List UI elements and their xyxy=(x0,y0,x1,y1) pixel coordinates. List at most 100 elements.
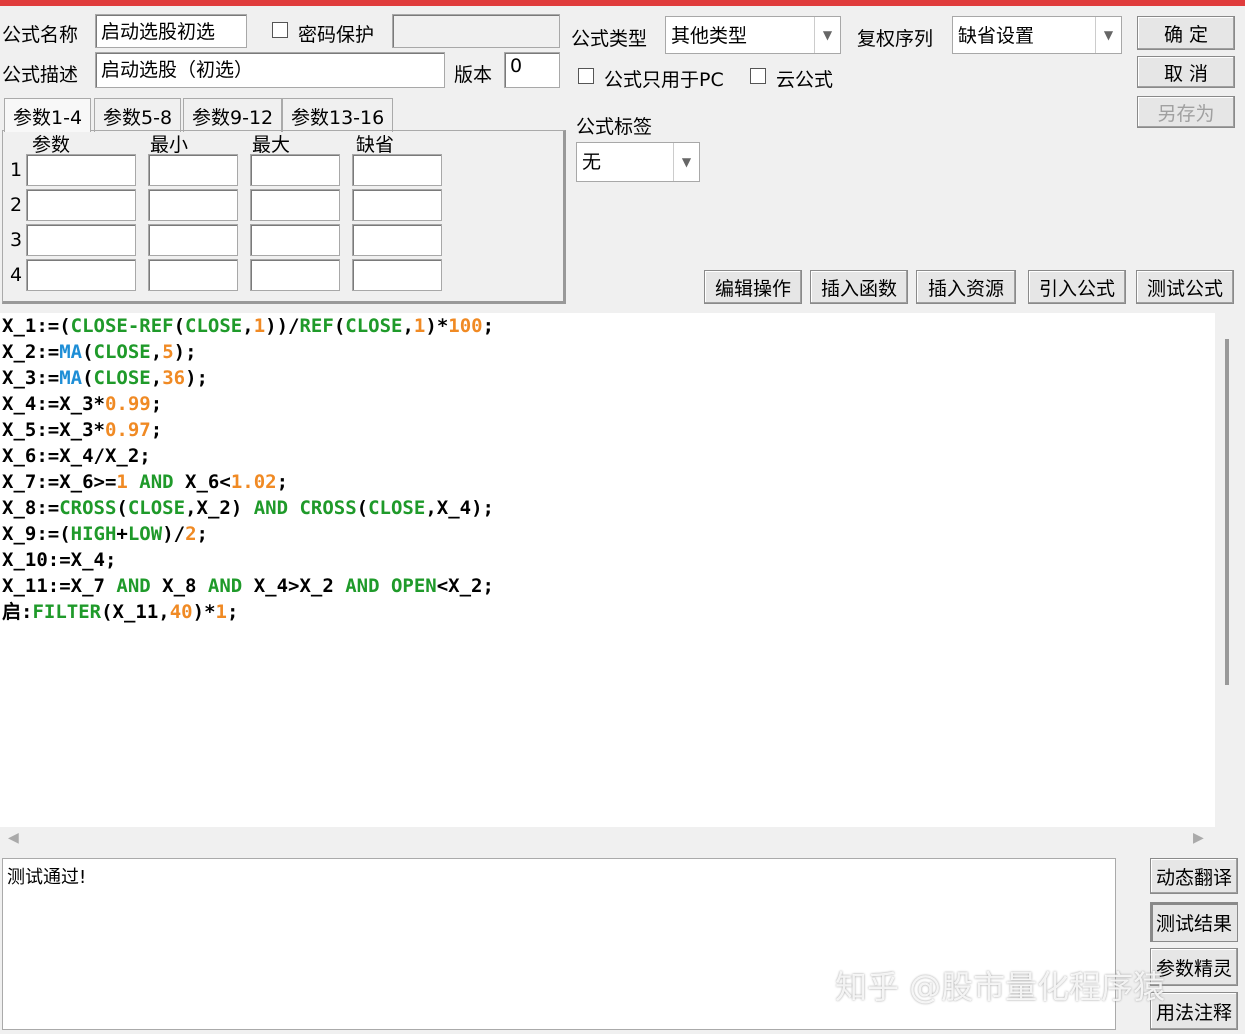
code-token: 0.97 xyxy=(104,419,151,441)
code-token: ); xyxy=(185,367,208,389)
code-token: X_6< xyxy=(173,471,231,493)
param-cell[interactable] xyxy=(148,189,238,221)
ok-button[interactable]: 确 定 xyxy=(1137,16,1235,50)
version-input[interactable]: 0 xyxy=(504,52,560,88)
adjust-select[interactable]: 缺省设置 ▼ xyxy=(952,16,1122,54)
tab-params-13-16[interactable]: 参数13-16 xyxy=(282,98,394,132)
code-token: 36 xyxy=(162,367,186,389)
formula-type-label: 公式类型 xyxy=(571,28,648,50)
code-token: FILTER xyxy=(32,601,102,623)
cloud-checkbox[interactable] xyxy=(750,68,766,84)
horizontal-scrollbar[interactable]: ◀ ▶ xyxy=(0,827,1215,853)
param-cell[interactable] xyxy=(148,224,238,256)
code-editor[interactable]: X_1:=(CLOSE-REF(CLOSE,1))/REF(CLOSE,1)*1… xyxy=(0,313,1215,827)
code-token: ; xyxy=(226,601,239,623)
vertical-scrollbar[interactable] xyxy=(1215,313,1243,827)
tab-params-1-4[interactable]: 参数1-4 xyxy=(4,98,92,132)
code-token: , xyxy=(150,341,163,363)
cloud-label: 云公式 xyxy=(776,69,834,91)
formula-type-select[interactable]: 其他类型 ▼ xyxy=(665,16,841,54)
pc-only-checkbox[interactable] xyxy=(578,68,594,84)
scroll-thumb[interactable] xyxy=(1225,339,1229,685)
code-token: CLOSE xyxy=(185,315,243,337)
code-line: 启:FILTER(X_11,40)*1; xyxy=(2,599,1215,625)
param-row-number: 3 xyxy=(10,229,23,251)
code-line: X_8:=CROSS(CLOSE,X_2) AND CROSS(CLOSE,X_… xyxy=(2,495,1215,521)
pc-only-label: 公式只用于PC xyxy=(604,69,724,91)
param-header-name: 参数 xyxy=(32,134,71,156)
code-line: X_9:=(HIGH+LOW)/2; xyxy=(2,521,1215,547)
param-cell[interactable] xyxy=(352,224,442,256)
param-cell[interactable] xyxy=(26,189,136,221)
param-cell[interactable] xyxy=(26,259,136,291)
code-token: CLOSE-REF xyxy=(70,315,174,337)
param-cell[interactable] xyxy=(352,259,442,291)
code-line: X_6:=X_4/X_2; xyxy=(2,443,1215,469)
param-row-number: 4 xyxy=(10,264,23,286)
edit-ops-button[interactable]: 编辑操作 xyxy=(704,270,802,304)
dynamic-translate-button[interactable]: 动态翻译 xyxy=(1150,858,1238,894)
code-token: 1 xyxy=(215,601,227,623)
param-header-default: 缺省 xyxy=(356,134,395,156)
code-token: MA xyxy=(59,367,83,389)
chevron-down-icon: ▼ xyxy=(673,143,699,181)
code-token: 1.02 xyxy=(230,471,277,493)
code-token: 2 xyxy=(185,523,197,545)
save-as-button[interactable]: 另存为 xyxy=(1137,96,1235,128)
code-line: X_1:=(CLOSE-REF(CLOSE,1))/REF(CLOSE,1)*1… xyxy=(2,313,1215,339)
param-cell[interactable] xyxy=(250,224,340,256)
code-line: X_2:=MA(CLOSE,5); xyxy=(2,339,1215,365)
code-token: 0.99 xyxy=(104,393,151,415)
code-line: X_5:=X_3*0.97; xyxy=(2,417,1215,443)
title-accent-bar xyxy=(0,0,1245,6)
code-token: AND xyxy=(116,575,151,597)
param-cell[interactable] xyxy=(250,189,340,221)
code-token: CLOSE xyxy=(368,497,426,519)
formula-desc-input[interactable]: 启动选股（初选） xyxy=(95,52,445,88)
param-cell[interactable] xyxy=(352,154,442,186)
code-token: X_11:=X_7 xyxy=(2,575,117,597)
chevron-down-icon: ▼ xyxy=(1095,17,1121,53)
insert-function-button[interactable]: 插入函数 xyxy=(810,270,908,304)
insert-resource-button[interactable]: 插入资源 xyxy=(916,270,1016,304)
tag-select[interactable]: 无 ▼ xyxy=(576,142,700,182)
code-token: ( xyxy=(116,497,128,519)
tab-params-5-8[interactable]: 参数5-8 xyxy=(94,98,182,132)
code-token: ( xyxy=(356,497,369,519)
code-token: AND OPEN xyxy=(345,575,437,597)
code-line: X_10:=X_4; xyxy=(2,547,1215,573)
code-line: X_11:=X_7 AND X_8 AND X_4>X_2 AND OPEN<X… xyxy=(2,573,1215,599)
formula-name-input[interactable]: 启动选股初选 xyxy=(95,14,247,48)
test-result-button[interactable]: 测试结果 xyxy=(1150,902,1238,942)
code-token: ; xyxy=(150,419,163,441)
test-formula-button[interactable]: 测试公式 xyxy=(1136,270,1234,304)
code-token: X_8 xyxy=(150,575,208,597)
scroll-right-icon[interactable]: ▶ xyxy=(1193,830,1204,846)
code-token: ( xyxy=(82,367,94,389)
tag-label: 公式标签 xyxy=(576,116,653,138)
scroll-left-icon[interactable]: ◀ xyxy=(8,830,19,846)
code-token: CLOSE xyxy=(127,497,186,519)
tab-params-9-12[interactable]: 参数9-12 xyxy=(183,98,283,132)
param-cell[interactable] xyxy=(26,154,136,186)
code-token: X_9:=( xyxy=(2,523,71,545)
code-token: AND xyxy=(127,471,174,493)
code-token: , xyxy=(242,315,254,337)
param-cell[interactable] xyxy=(352,189,442,221)
code-token: MA xyxy=(59,341,83,363)
password-checkbox[interactable] xyxy=(272,22,288,38)
param-cell[interactable] xyxy=(250,259,340,291)
cancel-button[interactable]: 取 消 xyxy=(1137,56,1235,88)
password-input[interactable] xyxy=(392,14,560,48)
param-cell[interactable] xyxy=(26,224,136,256)
code-token: X_4>X_2 xyxy=(242,575,346,597)
code-token: CLOSE xyxy=(345,315,403,337)
param-cell[interactable] xyxy=(148,154,238,186)
formula-desc-label: 公式描述 xyxy=(2,64,79,86)
param-cell[interactable] xyxy=(148,259,238,291)
param-header-max: 最大 xyxy=(252,134,291,156)
code-token: , xyxy=(402,315,414,337)
import-formula-button[interactable]: 引入公式 xyxy=(1028,270,1126,304)
param-cell[interactable] xyxy=(250,154,340,186)
code-token: AND CROSS xyxy=(253,497,357,519)
